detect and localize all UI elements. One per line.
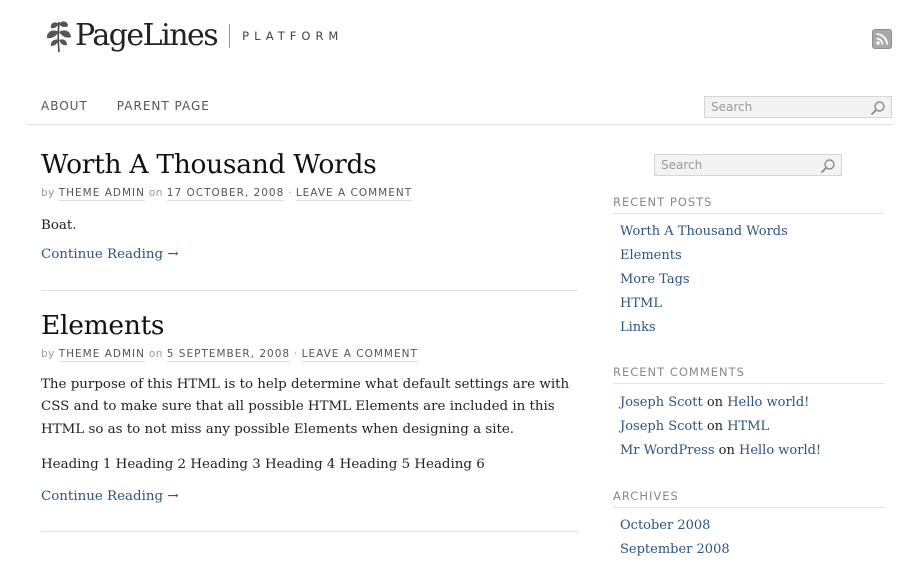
comment-author-link[interactable]: Joseph Scott (620, 419, 703, 434)
search-icon[interactable] (870, 100, 886, 116)
list-item: More Tags (620, 270, 884, 294)
logo-tagline: PLATFORM (242, 29, 344, 43)
comment-author-link[interactable]: Joseph Scott (620, 395, 703, 410)
meta-on: on (148, 186, 163, 199)
leave-comment-link[interactable]: LEAVE A COMMENT (295, 186, 413, 201)
list-item: Mr WordPress on Hello world! (620, 441, 884, 465)
post-date: 5 SEPTEMBER, 2008 (166, 347, 291, 362)
recent-post-link[interactable]: More Tags (620, 272, 690, 287)
list-item: September 2008 (620, 540, 884, 564)
leave-comment-link[interactable]: LEAVE A COMMENT (301, 347, 418, 362)
list-item: Links (620, 318, 884, 342)
post-paragraph: The purpose of this HTML is to help dete… (41, 376, 570, 437)
recent-comments-list: Joseph Scott on Hello world! Joseph Scot… (620, 393, 884, 465)
recent-posts-list: Worth A Thousand Words Elements More Tag… (620, 222, 884, 342)
archive-link[interactable]: October 2008 (620, 518, 710, 533)
recent-comments-heading: RECENT COMMENTS (613, 365, 884, 384)
list-item: Joseph Scott on Hello world! (620, 393, 884, 417)
logo-wordmark: PageLines (75, 18, 219, 53)
meta-separator: · (288, 186, 292, 199)
list-item: Joseph Scott on HTML (620, 417, 884, 441)
comment-post-link[interactable]: HTML (727, 419, 769, 434)
post-excerpt: Boat. (41, 217, 77, 233)
list-item: Worth A Thousand Words (620, 222, 884, 246)
list-item: October 2008 (620, 516, 884, 540)
recent-post-link[interactable]: Links (620, 320, 656, 335)
meta-by: by (41, 347, 55, 360)
rss-icon[interactable] (872, 29, 892, 49)
comment-on-text: on (706, 395, 724, 410)
search-icon[interactable] (820, 158, 836, 174)
post-title[interactable]: Elements (41, 312, 578, 340)
nav-item-about[interactable]: ABOUT (41, 99, 88, 113)
post-divider (41, 531, 578, 532)
post: Elements by THEME ADMIN on 5 SEPTEMBER, … (41, 312, 578, 504)
recent-post-link[interactable]: HTML (620, 296, 662, 311)
comment-on-text: on (706, 419, 724, 434)
header-divider (28, 124, 892, 125)
post-paragraph: Heading 1 Heading 2 Heading 3 Heading 4 … (41, 457, 485, 472)
archives-heading: ARCHIVES (613, 489, 884, 508)
post-title[interactable]: Worth A Thousand Words (41, 151, 578, 179)
main-nav: ABOUT PARENT PAGE (41, 99, 210, 113)
continue-reading-link[interactable]: Continue Reading → (41, 247, 179, 262)
post-author-link[interactable]: THEME ADMIN (58, 347, 145, 362)
leaf-icon (46, 21, 71, 53)
comment-post-link[interactable]: Hello world! (739, 443, 821, 458)
comment-author-link[interactable]: Mr WordPress (620, 443, 715, 458)
recent-posts-heading: RECENT POSTS (613, 195, 884, 214)
archives-list: October 2008 September 2008 (620, 516, 884, 564)
meta-on: on (148, 347, 163, 360)
sidebar-search-box (654, 154, 842, 176)
meta-by: by (41, 186, 55, 199)
post-meta: by THEME ADMIN on 17 OCTOBER, 2008 · LEA… (41, 186, 578, 201)
post-date: 17 OCTOBER, 2008 (166, 186, 285, 201)
nav-search-input[interactable] (705, 97, 891, 117)
recent-post-link[interactable]: Worth A Thousand Words (620, 224, 788, 239)
list-item: Elements (620, 246, 884, 270)
post-divider (41, 290, 578, 291)
nav-item-parent-page[interactable]: PARENT PAGE (117, 99, 210, 113)
post: Worth A Thousand Words by THEME ADMIN on… (41, 151, 578, 262)
logo-divider (229, 24, 231, 48)
post-author-link[interactable]: THEME ADMIN (58, 186, 145, 201)
recent-post-link[interactable]: Elements (620, 248, 682, 263)
sidebar-search-input[interactable] (655, 155, 841, 175)
post-meta: by THEME ADMIN on 5 SEPTEMBER, 2008 · LE… (41, 347, 578, 362)
rss-glyph (876, 33, 888, 45)
list-item: HTML (620, 294, 884, 318)
comment-post-link[interactable]: Hello world! (727, 395, 809, 410)
comment-on-text: on (718, 443, 735, 458)
site-logo[interactable]: PageLines PLATFORM (43, 14, 343, 58)
nav-search-box (704, 96, 892, 118)
continue-reading-link[interactable]: Continue Reading → (41, 489, 179, 504)
meta-separator: · (293, 347, 298, 360)
